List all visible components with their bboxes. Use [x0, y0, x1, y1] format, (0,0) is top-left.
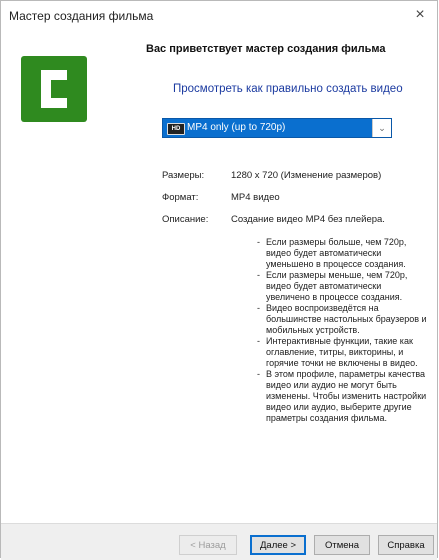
- title-bar: Мастер создания фильма ×: [1, 1, 437, 31]
- preset-selected-value: MP4 only (up to 720p): [187, 122, 286, 133]
- size-label: Размеры:: [162, 170, 205, 181]
- list-item: Если размеры больше, чем 720p, видео буд…: [257, 237, 427, 270]
- cancel-button[interactable]: Отмена: [314, 535, 370, 555]
- description-value: Создание видео MP4 без плейера.: [231, 214, 385, 225]
- back-button[interactable]: < Назад: [179, 535, 237, 555]
- description-bullet-list: Если размеры больше, чем 720p, видео буд…: [257, 237, 427, 424]
- format-value: MP4 видео: [231, 192, 280, 203]
- list-item: В этом профиле, параметры качества видео…: [257, 369, 427, 424]
- hd-icon: HD: [167, 123, 185, 135]
- list-item: Интерактивные функции, такие как оглавле…: [257, 336, 427, 369]
- help-button[interactable]: Справка: [378, 535, 434, 555]
- chevron-down-icon[interactable]: ⌄: [372, 119, 391, 137]
- next-button[interactable]: Далее >: [250, 535, 306, 555]
- production-preset-select[interactable]: HD MP4 only (up to 720p) ⌄: [162, 118, 392, 138]
- description-label: Описание:: [162, 214, 209, 225]
- camtasia-logo-icon: [21, 56, 87, 122]
- movie-wizard-window: Мастер создания фильма × Вас приветствуе…: [0, 0, 438, 560]
- window-title: Мастер создания фильма: [9, 9, 154, 23]
- how-to-create-video-link[interactable]: Просмотреть как правильно создать видео: [173, 83, 403, 95]
- list-item: Видео воспроизведётся на большинстве нас…: [257, 303, 427, 336]
- size-value: 1280 x 720 (Изменение размеров): [231, 170, 382, 181]
- close-icon[interactable]: ×: [409, 5, 431, 25]
- welcome-heading: Вас приветствует мастер создания фильма: [146, 43, 386, 55]
- format-label: Формат:: [162, 192, 199, 203]
- list-item: Если размеры меньше, чем 720p, видео буд…: [257, 270, 427, 303]
